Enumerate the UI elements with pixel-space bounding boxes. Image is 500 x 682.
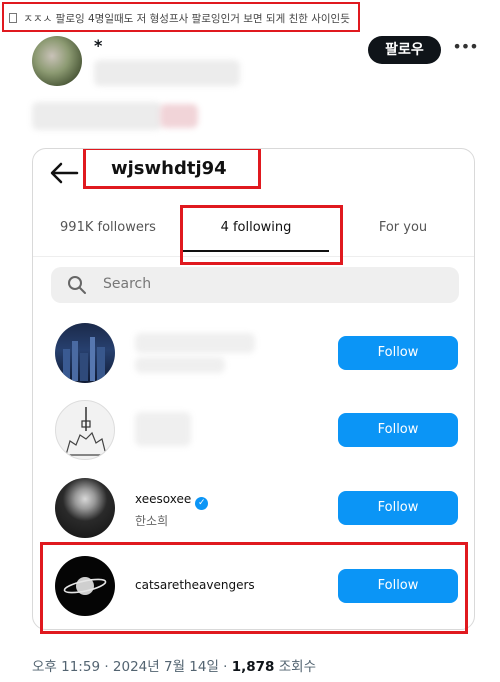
post-meta: 오후 11:59 · 2024년 7월 14일 · 1,878 조회수 bbox=[32, 655, 316, 675]
author-avatar[interactable] bbox=[32, 36, 82, 86]
list-item: Follow bbox=[33, 323, 474, 399]
author-handle-blurred bbox=[94, 60, 240, 86]
search-icon bbox=[68, 276, 86, 294]
post-headline: ㅈㅈㅅ 팔로잉 4명일때도 저 형성프사 팔로잉인거 보면 되게 친한 사이인듯 bbox=[2, 2, 360, 32]
follow-button[interactable]: Follow bbox=[338, 336, 458, 370]
following-tab-highlight bbox=[180, 205, 343, 265]
subtitle-blurred bbox=[135, 357, 225, 373]
user-name: xeesoxee ✓ bbox=[135, 492, 209, 510]
name-blurred bbox=[135, 412, 191, 446]
profile-username: wjswhdtj94 bbox=[111, 158, 227, 179]
post-text-blurred bbox=[32, 102, 162, 130]
search-input[interactable]: Search bbox=[51, 267, 459, 303]
more-options-icon[interactable]: ••• bbox=[452, 36, 478, 60]
follow-button[interactable]: 팔로우 bbox=[368, 36, 441, 64]
tab-followers[interactable]: 991K followers bbox=[58, 220, 158, 235]
search-placeholder: Search bbox=[103, 276, 152, 292]
last-row-highlight bbox=[40, 542, 468, 634]
tower-sketch-avatar[interactable] bbox=[55, 400, 115, 460]
portrait-avatar[interactable] bbox=[55, 478, 115, 538]
view-label: 조회수 bbox=[274, 659, 317, 675]
follow-button[interactable]: Follow bbox=[338, 491, 458, 525]
name-blurred bbox=[135, 333, 255, 353]
city-night-avatar[interactable] bbox=[55, 323, 115, 383]
back-arrow-icon[interactable] bbox=[49, 161, 79, 185]
author-name[interactable]: * bbox=[94, 36, 102, 55]
view-count: 1,878 bbox=[231, 659, 275, 675]
verified-badge-icon: ✓ bbox=[195, 497, 209, 510]
document-icon bbox=[9, 13, 17, 23]
headline-text: ㅈㅈㅅ 팔로잉 4명일때도 저 형성프사 팔로잉인거 보면 되게 친한 사이인듯 bbox=[23, 13, 350, 25]
user-subtitle: 한소희 bbox=[135, 514, 169, 528]
follow-button[interactable]: Follow bbox=[338, 413, 458, 447]
list-item: Follow bbox=[33, 400, 474, 476]
post-emoji-blurred bbox=[160, 104, 198, 128]
post-timestamp[interactable]: 오후 11:59 · 2024년 7월 14일 · bbox=[32, 659, 232, 675]
tab-for-you[interactable]: For you bbox=[363, 220, 443, 235]
